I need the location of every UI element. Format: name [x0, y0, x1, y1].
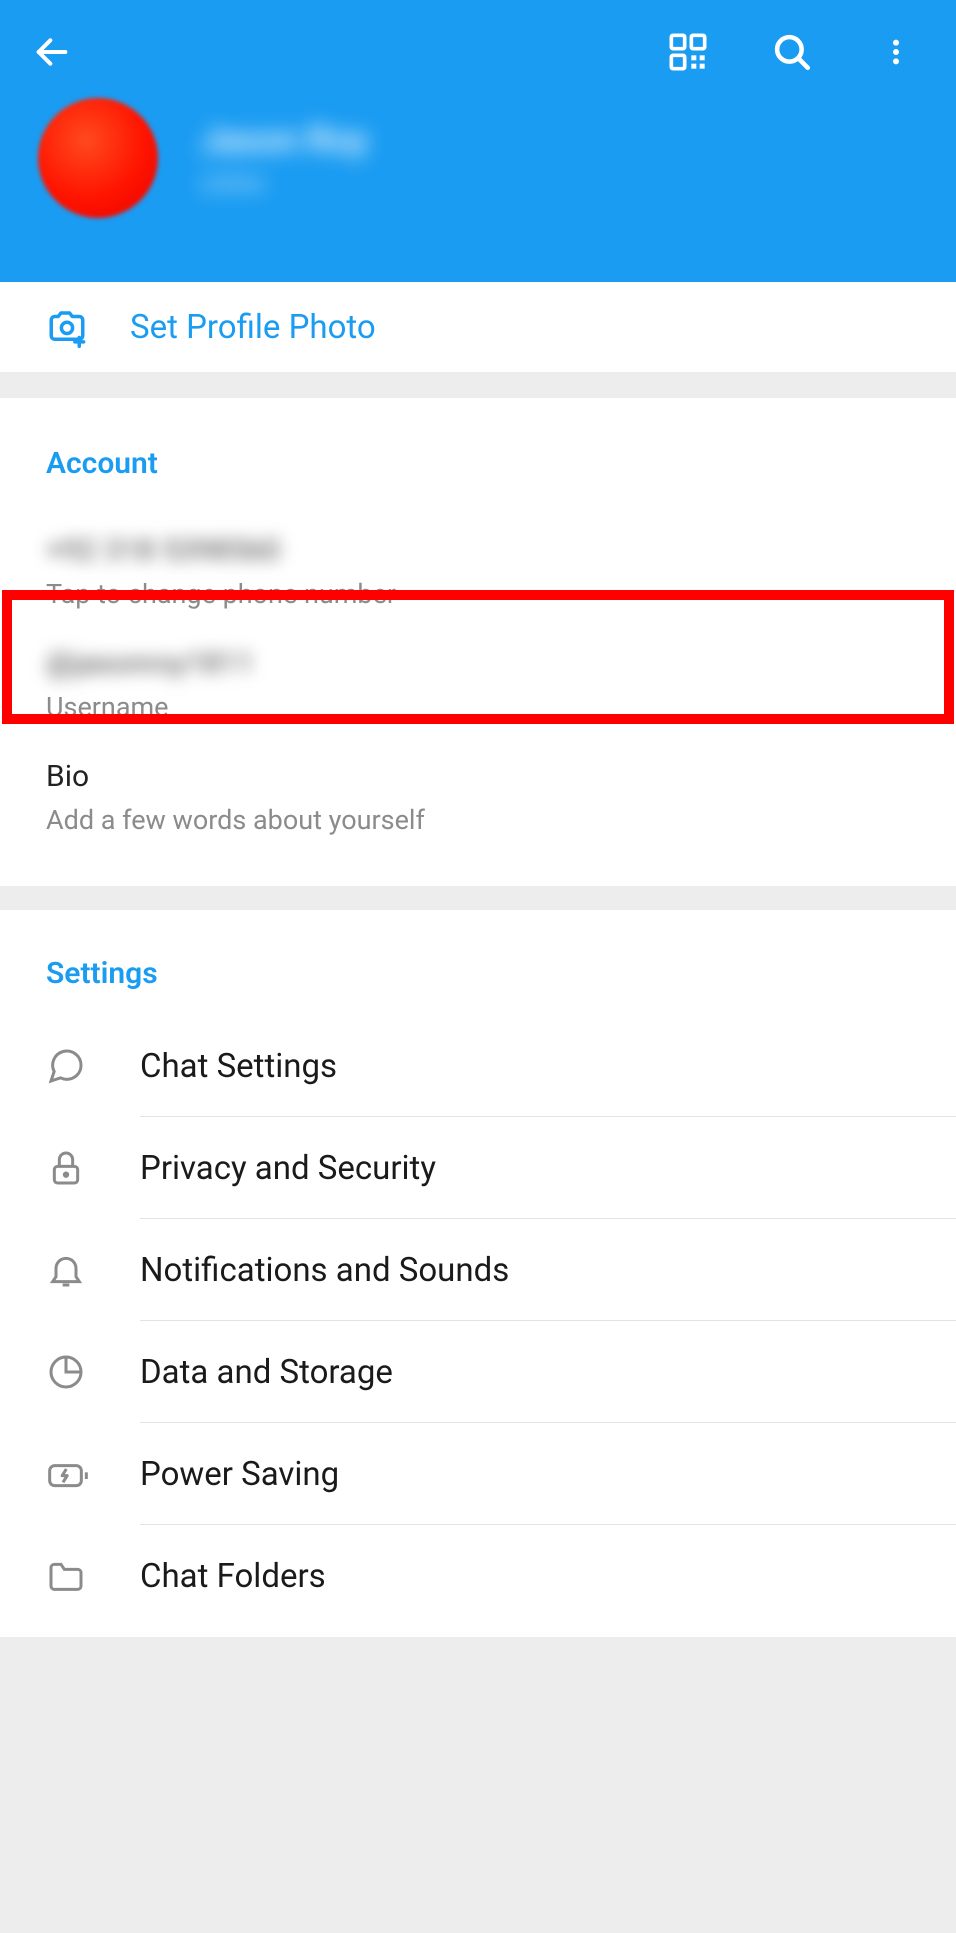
- search-icon: [771, 31, 813, 73]
- app-header: Jason Roy online: [0, 0, 956, 282]
- account-section: Account +92 318 5398560 Tap to change ph…: [0, 398, 956, 886]
- more-button[interactable]: [874, 30, 918, 74]
- settings-label: Notifications and Sounds: [140, 1251, 509, 1290]
- pie-chart-icon: [46, 1352, 86, 1392]
- settings-label: Chat Folders: [140, 1557, 326, 1596]
- set-photo-row-container: Set Profile Photo: [0, 282, 956, 372]
- back-button[interactable]: [30, 30, 74, 74]
- header-toolbar: [30, 24, 926, 80]
- camera-add-icon: [46, 306, 88, 348]
- bio-value: Bio: [46, 759, 910, 794]
- set-profile-photo-button[interactable]: Set Profile Photo: [0, 282, 956, 372]
- phone-subtitle: Tap to change phone number: [46, 578, 910, 610]
- arrow-left-icon: [32, 32, 72, 72]
- set-profile-photo-label: Set Profile Photo: [130, 308, 376, 347]
- phone-row[interactable]: +92 318 5398560 Tap to change phone numb…: [46, 519, 910, 632]
- bell-icon: [46, 1250, 86, 1290]
- settings-label: Chat Settings: [140, 1047, 337, 1086]
- settings-item-power[interactable]: Power Saving: [0, 1423, 956, 1525]
- settings-label: Data and Storage: [140, 1353, 393, 1392]
- avatar[interactable]: [38, 98, 158, 218]
- battery-icon: [46, 1454, 90, 1494]
- bio-row[interactable]: Bio Add a few words about yourself: [46, 745, 910, 858]
- qr-icon: [668, 32, 708, 72]
- settings-label: Power Saving: [140, 1455, 339, 1494]
- account-title: Account: [46, 446, 910, 481]
- profile-header: Jason Roy online: [30, 98, 926, 218]
- settings-title: Settings: [0, 956, 956, 991]
- settings-item-folders[interactable]: Chat Folders: [0, 1525, 956, 1627]
- username-value: @jasonroy1811: [46, 646, 910, 681]
- settings-section: Settings Chat Settings Privacy and Secur…: [0, 910, 956, 1637]
- username-row[interactable]: @jasonroy1811 Username: [46, 632, 910, 745]
- folder-icon: [46, 1556, 86, 1596]
- lock-icon: [46, 1148, 86, 1188]
- qr-button[interactable]: [666, 30, 710, 74]
- chat-icon: [46, 1046, 86, 1086]
- settings-item-notifications[interactable]: Notifications and Sounds: [0, 1219, 956, 1321]
- settings-item-data[interactable]: Data and Storage: [0, 1321, 956, 1423]
- more-vertical-icon: [881, 31, 911, 73]
- settings-item-chat[interactable]: Chat Settings: [0, 1015, 956, 1117]
- username-subtitle: Username: [46, 691, 910, 723]
- profile-status: online: [200, 169, 368, 197]
- search-button[interactable]: [770, 30, 814, 74]
- profile-name: Jason Roy: [200, 119, 368, 161]
- settings-item-privacy[interactable]: Privacy and Security: [0, 1117, 956, 1219]
- phone-value: +92 318 5398560: [46, 533, 910, 568]
- bio-subtitle: Add a few words about yourself: [46, 804, 910, 836]
- settings-label: Privacy and Security: [140, 1149, 436, 1188]
